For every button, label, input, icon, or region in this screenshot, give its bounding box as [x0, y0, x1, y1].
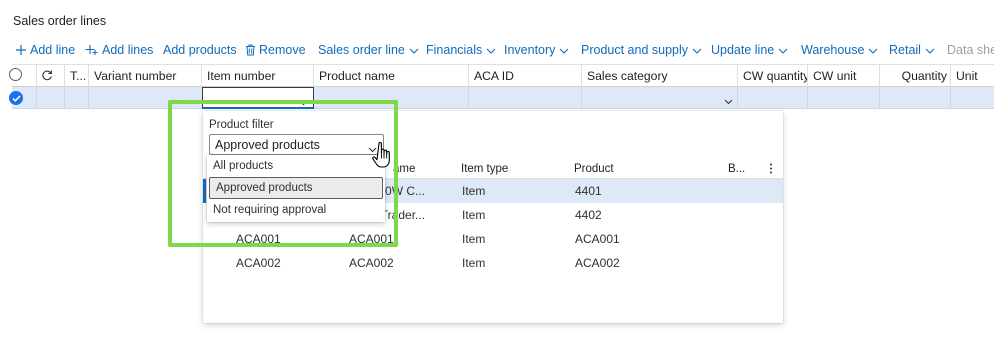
table-row[interactable] [12, 87, 994, 109]
plus-icon [15, 44, 27, 56]
column-header-sales-category[interactable]: Sales category [581, 65, 737, 87]
row-selected-checkbox[interactable] [9, 91, 23, 105]
unit-cell[interactable] [950, 87, 994, 109]
lookup-column-product[interactable]: Product [574, 158, 614, 179]
section-title: Sales order lines [13, 14, 107, 28]
aca-id-cell[interactable] [468, 87, 581, 109]
lookup-cell-product: ACA001 [575, 232, 620, 246]
update-line-menu[interactable]: Update line [711, 39, 788, 61]
lookup-cell-product: 4401 [575, 184, 602, 198]
trash-icon [245, 44, 256, 56]
lookup-column-item-type[interactable]: Item type [461, 158, 508, 179]
highlight-box [168, 100, 398, 247]
column-header-product-name[interactable]: Product name [313, 65, 468, 87]
column-header-cw-quantity[interactable]: CW quantity [737, 65, 808, 87]
row-cell [36, 87, 64, 109]
column-header-variant-number[interactable]: Variant number [88, 65, 202, 87]
hand-cursor-icon [372, 141, 394, 174]
financials-menu[interactable]: Financials [426, 39, 496, 61]
sales-order-line-menu[interactable]: Sales order line [318, 39, 419, 61]
grid-header: T... Variant number Item number Product … [12, 64, 994, 87]
chevron-down-icon [925, 43, 935, 57]
quantity-cell[interactable] [879, 87, 951, 109]
lookup-cell-item-number: ACA002 [236, 256, 281, 270]
action-toolbar: Add line Add lines Add products Remove S… [0, 39, 994, 61]
refresh-column[interactable] [36, 65, 56, 87]
add-products-button[interactable]: Add products [163, 39, 237, 61]
checkmark-icon [11, 94, 21, 102]
add-line-button[interactable]: Add line [15, 39, 75, 61]
remove-button[interactable]: Remove [245, 39, 306, 61]
retail-menu[interactable]: Retail [889, 39, 935, 61]
row-cell [64, 87, 88, 109]
lookup-cell-item-type: Item [462, 184, 486, 198]
sales-category-cell[interactable] [581, 87, 737, 109]
lookup-cell-item-type: Item [462, 232, 486, 246]
select-all-checkbox[interactable] [9, 68, 22, 81]
warehouse-menu[interactable]: Warehouse [801, 39, 878, 61]
inventory-menu[interactable]: Inventory [504, 39, 569, 61]
lookup-column-b[interactable]: B... [728, 158, 745, 179]
product-and-supply-menu[interactable]: Product and supply [581, 39, 702, 61]
lookup-cell-product: ACA002 [575, 256, 620, 270]
chevron-down-icon [559, 43, 569, 57]
lookup-row[interactable]: ACA002 ACA002 Item ACA002 [203, 251, 783, 275]
chevron-down-icon [409, 43, 419, 57]
cw-quantity-cell[interactable] [737, 87, 808, 109]
refresh-icon[interactable] [41, 69, 53, 84]
column-header-item-number[interactable]: Item number [201, 65, 313, 87]
cw-unit-cell[interactable] [807, 87, 879, 109]
chevron-down-icon [486, 43, 496, 57]
column-header-t[interactable]: T... [64, 65, 88, 87]
plus-multiple-icon [85, 44, 99, 56]
column-header-cw-unit[interactable]: CW unit [807, 65, 879, 87]
column-header-quantity[interactable]: Quantity [879, 65, 951, 87]
chevron-down-icon [692, 43, 702, 57]
lookup-cell-item-type: Item [462, 208, 486, 222]
lookup-cell-name: ACA002 [349, 256, 394, 270]
column-header-unit[interactable]: Unit [950, 65, 994, 87]
column-header-aca-id[interactable]: ACA ID [468, 65, 581, 87]
add-lines-button[interactable]: Add lines [85, 39, 153, 61]
chevron-down-icon [868, 43, 878, 57]
data-source-menu: Data shee [947, 43, 994, 57]
chevron-down-icon[interactable] [724, 94, 733, 108]
more-vertical-icon[interactable] [769, 158, 773, 179]
lookup-cell-item-type: Item [462, 256, 486, 270]
lookup-cell-product: 4402 [575, 208, 602, 222]
chevron-down-icon [778, 43, 788, 57]
